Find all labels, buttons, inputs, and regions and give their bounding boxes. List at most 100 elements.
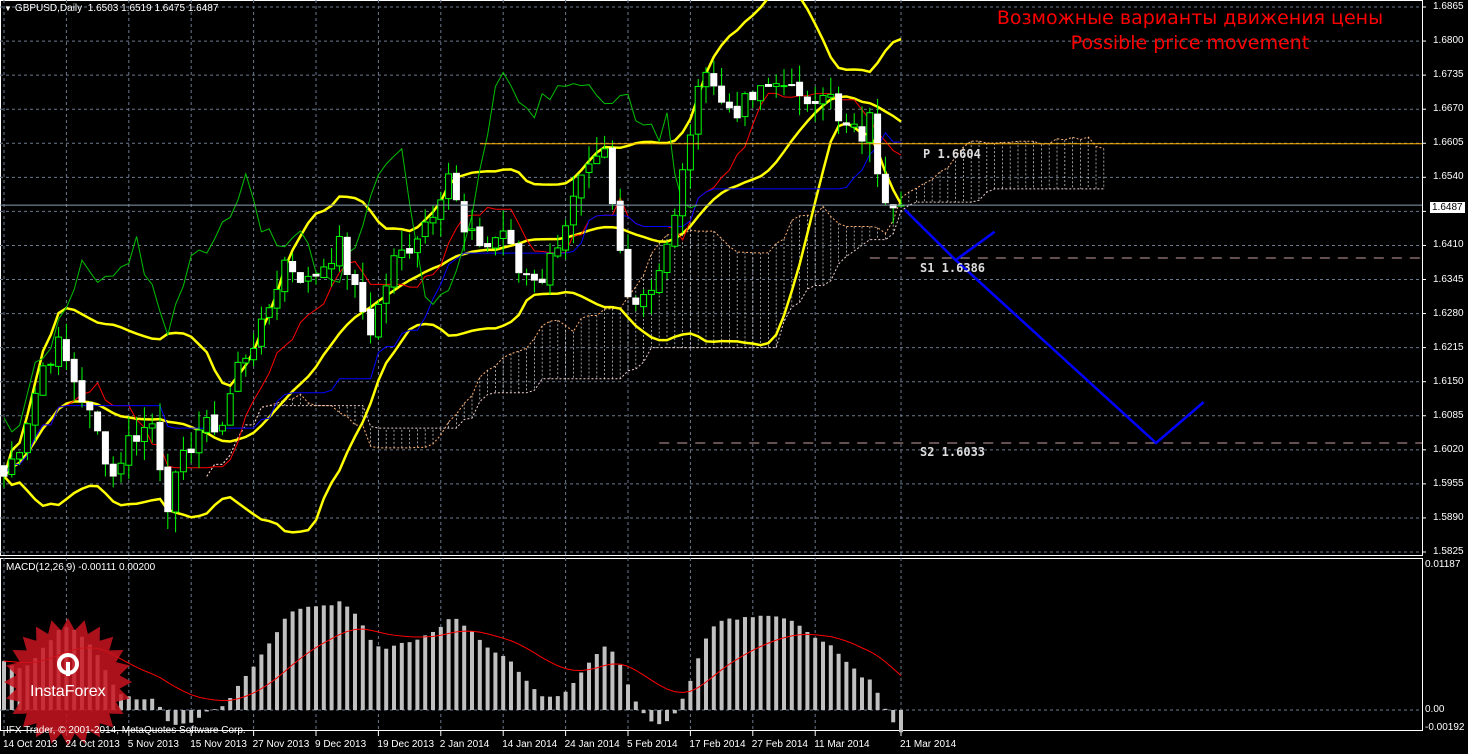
chart-header: ▼ GBPUSD,Daily 1.6503 1.6519 1.6475 1.648…	[4, 3, 218, 14]
candle-body	[148, 423, 156, 429]
price-tick-label: 1.6540	[1433, 171, 1464, 183]
macd-histogram-bar	[626, 684, 630, 710]
price-tick-label: 1.5825	[1433, 546, 1464, 557]
dropdown-triangle-icon[interactable]: ▼	[4, 4, 12, 13]
macd-histogram-bar	[758, 615, 763, 710]
macd-histogram-bar	[197, 710, 201, 718]
macd-histogram-bar	[782, 618, 786, 710]
candle-body	[39, 365, 47, 396]
candle-body	[55, 336, 63, 367]
candle-body	[749, 91, 757, 101]
candle-body	[796, 81, 804, 97]
macd-histogram-bar	[470, 631, 474, 710]
candle-body	[842, 122, 850, 126]
macd-histogram-bar	[657, 710, 662, 725]
candle-body	[117, 462, 125, 475]
date-tick-label: 21 Mar 2014	[900, 739, 957, 750]
candle-body	[663, 243, 671, 273]
candle-body	[640, 294, 648, 308]
candle-body	[858, 126, 866, 142]
macd-histogram-bar	[501, 655, 506, 710]
candle-body	[764, 83, 772, 87]
macd-histogram-bar	[766, 615, 771, 710]
macd-histogram-bar	[688, 680, 693, 710]
pivot-s1-label: S1 1.6386	[920, 261, 986, 275]
candle-body	[218, 424, 226, 432]
macd-histogram-bar	[181, 710, 186, 724]
candle-body	[725, 101, 733, 109]
macd-histogram-bar	[805, 632, 810, 710]
price-tick-label: 1.6345	[1433, 273, 1464, 285]
candle-body	[811, 101, 819, 104]
macd-label: MACD(12,26,9) -0.00111 0.00200	[6, 562, 156, 573]
candle-body	[398, 249, 406, 259]
date-tick-label: 14 Oct 2013	[3, 739, 58, 750]
macd-histogram-bar	[189, 710, 194, 723]
price-tick-label: 1.6085	[1433, 409, 1464, 421]
candle-body	[140, 427, 148, 442]
macd-histogram-bar	[750, 617, 755, 710]
macd-histogram-bar	[438, 626, 443, 710]
pivot-p-label: P 1.6604	[923, 147, 981, 161]
macd-histogram-bar	[407, 642, 412, 710]
macd-histogram-bar	[399, 642, 404, 710]
date-tick-label: 27 Feb 2014	[751, 739, 808, 750]
candle-body	[179, 449, 187, 473]
macd-histogram-bar	[275, 632, 279, 710]
macd-histogram-bar	[797, 625, 802, 710]
candle-body	[499, 230, 507, 239]
macd-histogram-bar	[329, 605, 334, 710]
macd-histogram-bar	[633, 701, 638, 710]
candle-body	[562, 225, 570, 251]
candle-body	[624, 248, 632, 298]
macd-panel-frame	[0, 558, 1423, 731]
candle-body	[234, 361, 242, 392]
candle-body	[406, 248, 414, 254]
candle-body	[788, 84, 796, 87]
candle-body	[70, 358, 78, 383]
macd-histogram-bar	[704, 638, 708, 710]
macd-histogram-bar	[158, 706, 162, 710]
candle-body	[172, 471, 180, 513]
gear-icon-stem	[66, 662, 70, 676]
macd-histogram-bar	[524, 680, 529, 710]
candle-body	[694, 86, 702, 135]
candle-body	[523, 273, 531, 276]
candle-body	[718, 85, 726, 103]
macd-histogram-bar	[142, 699, 147, 710]
macd-histogram-bar	[462, 625, 467, 710]
macd-histogram-bar	[743, 617, 747, 710]
macd-histogram-bar	[852, 668, 857, 710]
macd-histogram-bar	[719, 620, 724, 710]
candle-body	[819, 94, 827, 105]
macd-histogram-bar	[9, 665, 14, 710]
candle-body	[211, 414, 219, 433]
candle-body	[312, 273, 320, 277]
candle-body	[281, 259, 289, 293]
candle-body	[881, 173, 889, 204]
macd-histogram-bar	[173, 710, 178, 725]
price-chart[interactable]	[0, 0, 1468, 754]
macd-histogram-bar	[665, 710, 669, 722]
macd-histogram-bar	[314, 606, 318, 710]
candle-body	[741, 93, 749, 118]
annotation-title-en: Possible price movement	[1070, 32, 1310, 54]
candle-body	[421, 221, 429, 238]
candle-body	[491, 237, 499, 249]
candle-body	[850, 123, 858, 128]
date-tick-label: 11 Mar 2014	[814, 739, 870, 750]
candle-body	[374, 303, 382, 338]
date-tick-label: 9 Dec 2013	[315, 739, 367, 750]
price-tick-label: 1.6865	[1433, 1, 1464, 12]
macd-histogram-bar	[680, 698, 685, 710]
macd-histogram-bar	[165, 710, 170, 722]
candle-body	[187, 448, 195, 454]
macd-histogram-bar	[212, 709, 217, 710]
macd-histogram-bar	[821, 641, 825, 710]
current-price-tag: 1.6487	[1430, 202, 1465, 213]
candle-body	[710, 73, 718, 87]
candle-body	[616, 200, 624, 251]
candle-body	[62, 339, 70, 362]
pivot-s2-label: S2 1.6033	[920, 445, 986, 459]
candle-body	[671, 214, 679, 247]
